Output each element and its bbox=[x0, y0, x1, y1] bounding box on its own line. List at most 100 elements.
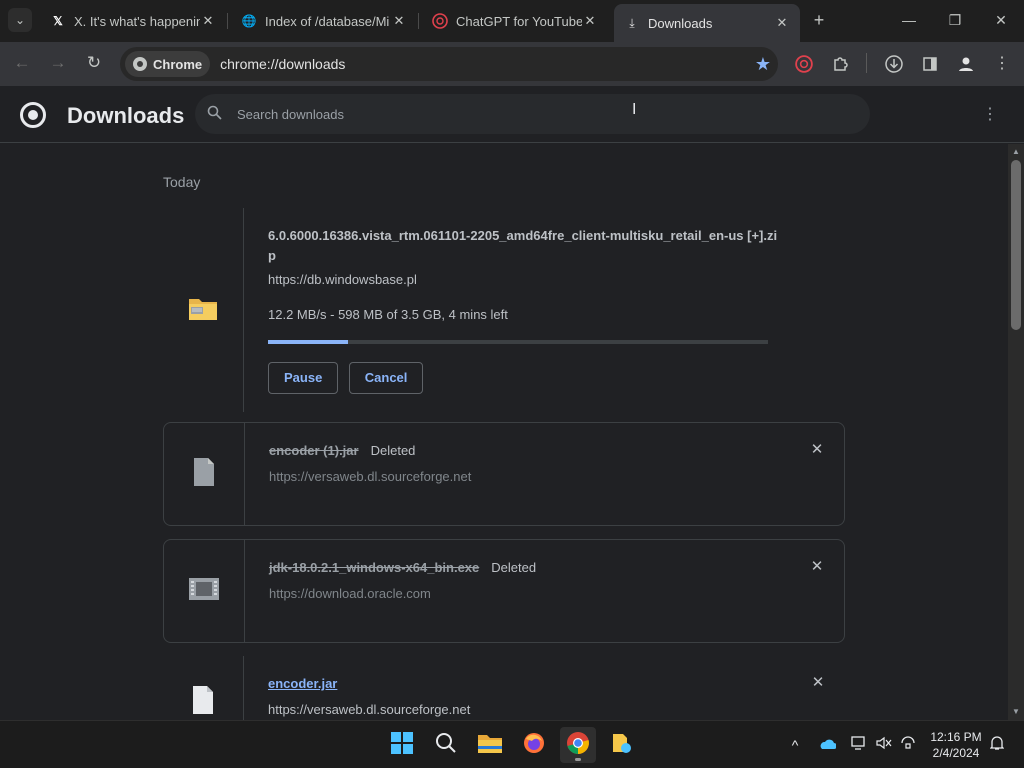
remove-from-list-icon[interactable]: ✕ bbox=[809, 674, 827, 692]
zip-folder-icon bbox=[188, 295, 218, 326]
pause-button[interactable]: Pause bbox=[268, 362, 339, 394]
url-text[interactable]: chrome://downloads bbox=[220, 56, 748, 72]
file-name: encoder (1).jar bbox=[269, 443, 359, 458]
show-hidden-icons-chevron-icon[interactable]: ^ bbox=[785, 735, 805, 755]
toolbar-separator bbox=[866, 53, 867, 73]
extensions-puzzle-icon[interactable] bbox=[828, 52, 852, 76]
file-source-url[interactable]: https://download.oracle.com bbox=[269, 586, 804, 601]
chrome-taskbar-button[interactable] bbox=[560, 727, 596, 763]
tab-title: Index of /database/Mi bbox=[265, 13, 390, 29]
search-downloads[interactable] bbox=[195, 94, 870, 134]
chatgpt-extension-icon[interactable] bbox=[792, 52, 816, 76]
chrome-icon bbox=[133, 57, 147, 71]
side-panel-icon[interactable] bbox=[918, 52, 942, 76]
menu-kebab-icon[interactable]: ⋮ bbox=[990, 52, 1014, 76]
tab-chatgpt[interactable]: ChatGPT for YouTube ✕ bbox=[422, 6, 608, 36]
tab-separator bbox=[227, 13, 228, 29]
onedrive-cloud-icon[interactable] bbox=[817, 735, 837, 755]
close-window-button[interactable]: ✕ bbox=[981, 8, 1021, 34]
remove-from-list-icon[interactable]: ✕ bbox=[808, 558, 826, 576]
windows-logo-icon bbox=[391, 731, 413, 759]
volume-muted-icon[interactable] bbox=[874, 735, 894, 755]
clock-time: 12:16 PM bbox=[930, 730, 982, 744]
tab-strip: ⌄ 𝕏 X. It's what's happening ✕ 🌐 Index o… bbox=[0, 0, 1024, 42]
tab-x[interactable]: 𝕏 X. It's what's happening ✕ bbox=[40, 6, 226, 36]
globe-icon: 🌐 bbox=[241, 14, 257, 28]
download-item: jdk-18.0.2.1_windows-x64_bin.exe Deleted … bbox=[163, 539, 845, 643]
bookmark-star-icon[interactable]: ★ bbox=[748, 54, 778, 75]
reload-button[interactable]: ↻ bbox=[82, 52, 106, 76]
date-group-label: Today bbox=[163, 174, 201, 190]
firefox-icon bbox=[522, 731, 546, 760]
new-tab-button[interactable]: + bbox=[808, 10, 830, 32]
exe-icon bbox=[188, 577, 220, 606]
active-app-indicator bbox=[575, 758, 581, 761]
search-icon bbox=[435, 732, 457, 759]
tab-title: X. It's what's happening bbox=[74, 13, 200, 29]
profile-icon[interactable] bbox=[954, 52, 978, 76]
forward-button[interactable]: → bbox=[46, 52, 70, 76]
file-source-url[interactable]: https://versaweb.dl.sourceforge.net bbox=[268, 702, 805, 717]
file-source-url[interactable]: https://db.windowsbase.pl bbox=[268, 272, 805, 287]
search-input[interactable] bbox=[237, 106, 837, 122]
status-badge: Deleted bbox=[491, 560, 537, 575]
file-explorer-button[interactable] bbox=[472, 727, 508, 763]
file-source-url[interactable]: https://versaweb.dl.sourceforge.net bbox=[269, 469, 804, 484]
start-button[interactable] bbox=[384, 727, 420, 763]
downloads-list: Today 6.0.6000.16386.vista_rtm.061101-22… bbox=[0, 144, 1008, 720]
file-name: jdk-18.0.2.1_windows-x64_bin.exe bbox=[269, 560, 480, 575]
close-icon[interactable]: ✕ bbox=[774, 15, 790, 31]
close-icon[interactable]: ✕ bbox=[200, 13, 216, 29]
network-icon[interactable] bbox=[849, 735, 869, 755]
file-icon bbox=[192, 685, 214, 720]
download-status: 12.2 MB/s - 598 MB of 3.5 GB, 4 mins lef… bbox=[268, 307, 508, 322]
download-item: encoder.jar https://versaweb.dl.sourcefo… bbox=[163, 656, 845, 720]
download-details: encoder (1).jar Deleted https://versaweb.… bbox=[269, 441, 804, 484]
notes-app-button[interactable] bbox=[604, 727, 640, 763]
tab-index-database[interactable]: 🌐 Index of /database/Mi ✕ bbox=[231, 6, 417, 36]
tab-search-button[interactable]: ⌄ bbox=[8, 8, 32, 32]
more-actions-icon[interactable]: ⋮ bbox=[978, 104, 1002, 128]
battery-icon[interactable] bbox=[898, 735, 918, 755]
chatgpt-icon bbox=[432, 13, 448, 29]
download-details: encoder.jar https://versaweb.dl.sourcefo… bbox=[268, 674, 805, 717]
back-button[interactable]: ← bbox=[10, 52, 34, 76]
download-item: encoder (1).jar Deleted https://versaweb.… bbox=[163, 422, 845, 526]
file-name-link[interactable]: encoder.jar bbox=[268, 676, 337, 691]
close-icon[interactable]: ✕ bbox=[391, 13, 407, 29]
chrome-logo-icon bbox=[20, 102, 46, 128]
tab-separator bbox=[418, 13, 419, 29]
scroll-up-arrow-icon[interactable]: ▲ bbox=[1012, 147, 1020, 156]
cancel-button[interactable]: Cancel bbox=[348, 362, 424, 394]
download-icon: ⤓ bbox=[629, 15, 635, 30]
scroll-down-arrow-icon[interactable]: ▼ bbox=[1012, 707, 1020, 716]
scrollbar[interactable]: ▲ ▼ bbox=[1008, 144, 1024, 720]
restore-button[interactable]: ❐ bbox=[935, 8, 975, 34]
notification-bell-icon[interactable] bbox=[987, 735, 1007, 755]
windows-taskbar: ^ 12:16 PM 2/4/2024 bbox=[0, 720, 1024, 768]
close-icon[interactable]: ✕ bbox=[582, 13, 598, 29]
download-icon-column bbox=[163, 208, 244, 412]
remove-from-list-icon[interactable]: ✕ bbox=[808, 441, 826, 459]
text-cursor-icon: I bbox=[632, 101, 637, 118]
download-details: jdk-18.0.2.1_windows-x64_bin.exe Deleted … bbox=[269, 558, 804, 601]
site-info-chip[interactable]: Chrome bbox=[125, 51, 211, 77]
chevron-down-icon: ⌄ bbox=[14, 13, 26, 27]
file-name[interactable]: 6.0.6000.16386.vista_rtm.061101-2205_amd… bbox=[268, 226, 805, 266]
status-badge: Deleted bbox=[370, 443, 416, 458]
browser-toolbar: ← → ↻ Chrome chrome://downloads ★ ⋮ bbox=[0, 42, 1024, 86]
taskbar-search-button[interactable] bbox=[428, 727, 464, 763]
chip-label: Chrome bbox=[153, 56, 203, 72]
scrollbar-thumb[interactable] bbox=[1011, 160, 1021, 330]
download-actions: Pause Cancel bbox=[268, 362, 805, 394]
system-clock[interactable]: 12:16 PM 2/4/2024 bbox=[926, 729, 986, 761]
firefox-button[interactable] bbox=[516, 727, 552, 763]
download-icon-column bbox=[164, 423, 245, 525]
file-name-line1: 6.0.6000.16386.vista_rtm.061101-2205_amd… bbox=[268, 228, 778, 243]
folder-icon bbox=[477, 732, 503, 759]
address-bar[interactable]: Chrome chrome://downloads ★ bbox=[120, 47, 778, 81]
minimize-button[interactable]: — bbox=[889, 8, 929, 34]
downloads-icon[interactable] bbox=[882, 52, 906, 76]
chrome-icon bbox=[566, 731, 590, 760]
tab-downloads[interactable]: ⤓ Downloads ✕ bbox=[614, 4, 800, 42]
